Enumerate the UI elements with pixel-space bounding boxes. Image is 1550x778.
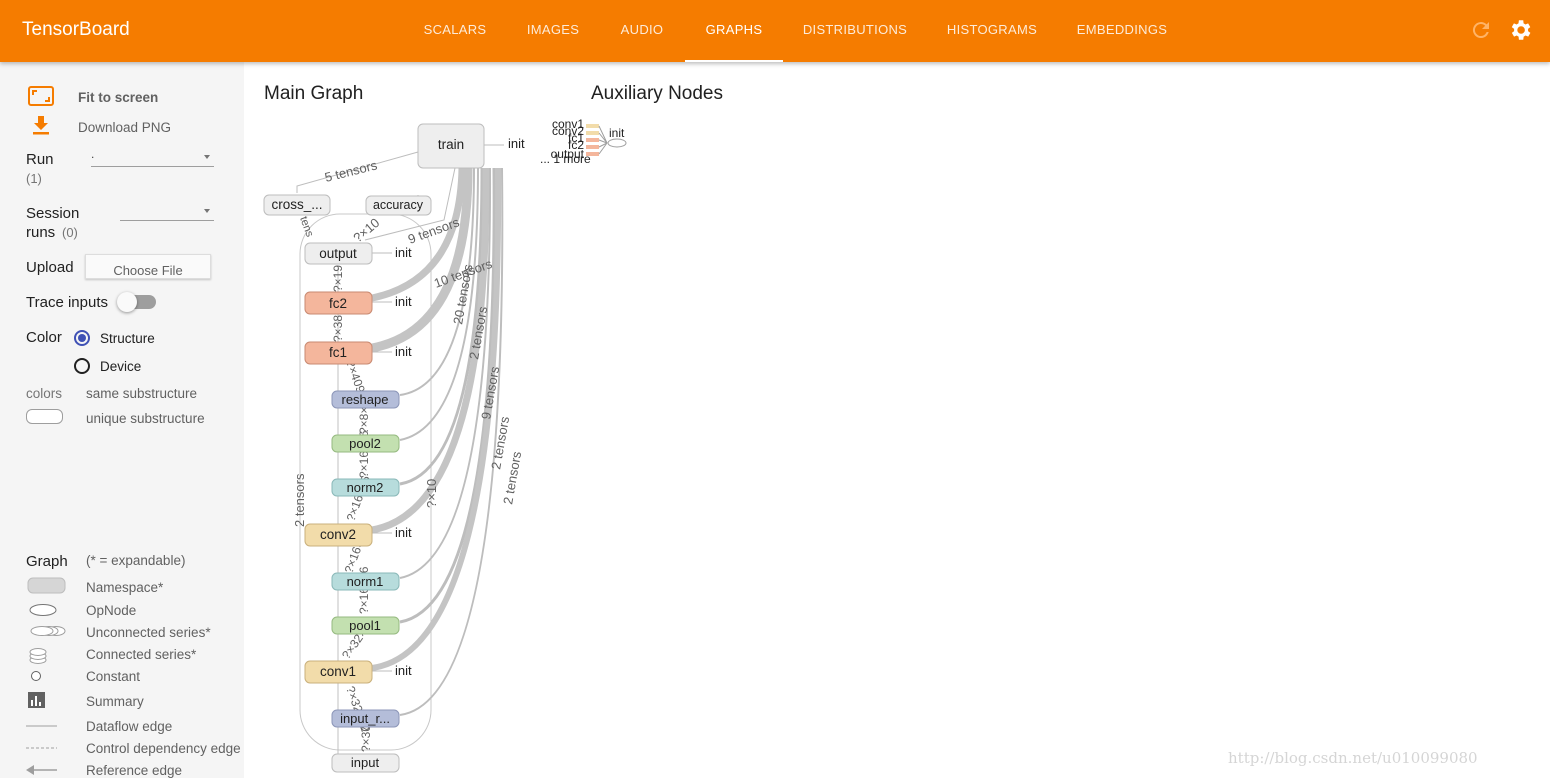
node-input-reshape: input_r... bbox=[331, 709, 400, 728]
node-conv2: conv2 bbox=[304, 523, 373, 547]
tab-distributions[interactable]: DISTRIBUTIONS bbox=[790, 0, 920, 62]
edge-label-9-tensors: 9 tensors bbox=[406, 214, 462, 247]
graph-svg: 5 tensors 9 tensors 10 tensors 20 tensor… bbox=[263, 117, 627, 773]
node-train: train bbox=[417, 123, 485, 169]
init-label-train: init bbox=[508, 136, 525, 151]
init-label-fc1: init bbox=[395, 344, 412, 359]
tab-scalars[interactable]: SCALARS bbox=[406, 0, 504, 62]
node-norm2-label: norm2 bbox=[347, 480, 384, 495]
node-accuracy: accuracy bbox=[365, 195, 432, 216]
aux-swatch-conv2 bbox=[586, 131, 599, 135]
node-conv1-label: conv1 bbox=[320, 664, 356, 679]
auxiliary-nodes: conv1 conv2 fc1 fc2 output ... 1 more in… bbox=[540, 117, 627, 166]
edge-label-accuracy: ?×10 bbox=[350, 215, 382, 245]
top-app-bar: TensorBoard SCALARS IMAGES AUDIO GRAPHS … bbox=[0, 0, 1550, 62]
aux-swatch-fc2 bbox=[586, 145, 599, 149]
node-input-reshape-label: input_r... bbox=[340, 711, 390, 726]
node-fc2-label: fc2 bbox=[329, 296, 347, 311]
init-label-output: init bbox=[395, 245, 412, 260]
aux-swatch-conv1 bbox=[586, 124, 599, 128]
node-cross-entropy: cross_... bbox=[263, 194, 331, 216]
edge-label-fc1: ?×38 bbox=[331, 315, 345, 342]
aux-more: ... 1 more bbox=[540, 152, 591, 166]
node-output: output bbox=[304, 242, 373, 265]
node-input: input bbox=[331, 753, 400, 773]
edge-label-2-tensors-left: 2 tensors bbox=[292, 473, 307, 527]
edge-label-tens: tens bbox=[297, 215, 316, 239]
node-conv2-label: conv2 bbox=[320, 527, 356, 542]
node-fc1-label: fc1 bbox=[329, 345, 347, 360]
node-train-label: train bbox=[438, 137, 464, 152]
init-label-conv1: init bbox=[395, 663, 412, 678]
aux-init-label: init bbox=[609, 126, 625, 140]
aux-init-node bbox=[607, 138, 627, 148]
node-input-label: input bbox=[351, 755, 380, 770]
watermark: http://blog.csdn.net/u010099080 bbox=[1228, 749, 1478, 767]
node-output-label: output bbox=[319, 246, 357, 261]
app-title: TensorBoard bbox=[22, 19, 130, 40]
node-norm1-label: norm1 bbox=[347, 574, 384, 589]
edge-label-fc2: ?×19 bbox=[331, 265, 345, 292]
tab-audio[interactable]: AUDIO bbox=[603, 0, 681, 62]
settings-gear-icon[interactable] bbox=[1507, 17, 1533, 43]
tab-embeddings[interactable]: EMBEDDINGS bbox=[1062, 0, 1182, 62]
node-cross-label: cross_... bbox=[271, 197, 322, 212]
tab-graphs[interactable]: GRAPHS bbox=[685, 0, 783, 62]
node-norm1: norm1 bbox=[331, 572, 400, 591]
init-label-fc2: init bbox=[395, 294, 412, 309]
edge-label-5-tensors: 5 tensors bbox=[323, 157, 379, 185]
node-pool2: pool2 bbox=[331, 434, 400, 453]
node-norm2: norm2 bbox=[331, 478, 400, 497]
node-reshape-label: reshape bbox=[342, 392, 389, 407]
tab-histograms[interactable]: HISTOGRAMS bbox=[930, 0, 1054, 62]
node-fc1: fc1 bbox=[304, 341, 373, 365]
init-label-conv2: init bbox=[395, 525, 412, 540]
node-reshape: reshape bbox=[331, 390, 400, 409]
node-pool2-label: pool2 bbox=[349, 436, 381, 451]
aux-swatch-fc1 bbox=[586, 138, 599, 142]
reload-icon[interactable] bbox=[1469, 18, 1493, 42]
edge-label-right-10: ?×10 bbox=[424, 479, 439, 508]
node-fc2: fc2 bbox=[304, 291, 373, 315]
node-pool1: pool1 bbox=[331, 616, 400, 635]
tab-images[interactable]: IMAGES bbox=[510, 0, 596, 62]
node-accuracy-label: accuracy bbox=[373, 198, 424, 212]
node-conv1: conv1 bbox=[304, 660, 373, 684]
node-pool1-label: pool1 bbox=[349, 618, 381, 633]
